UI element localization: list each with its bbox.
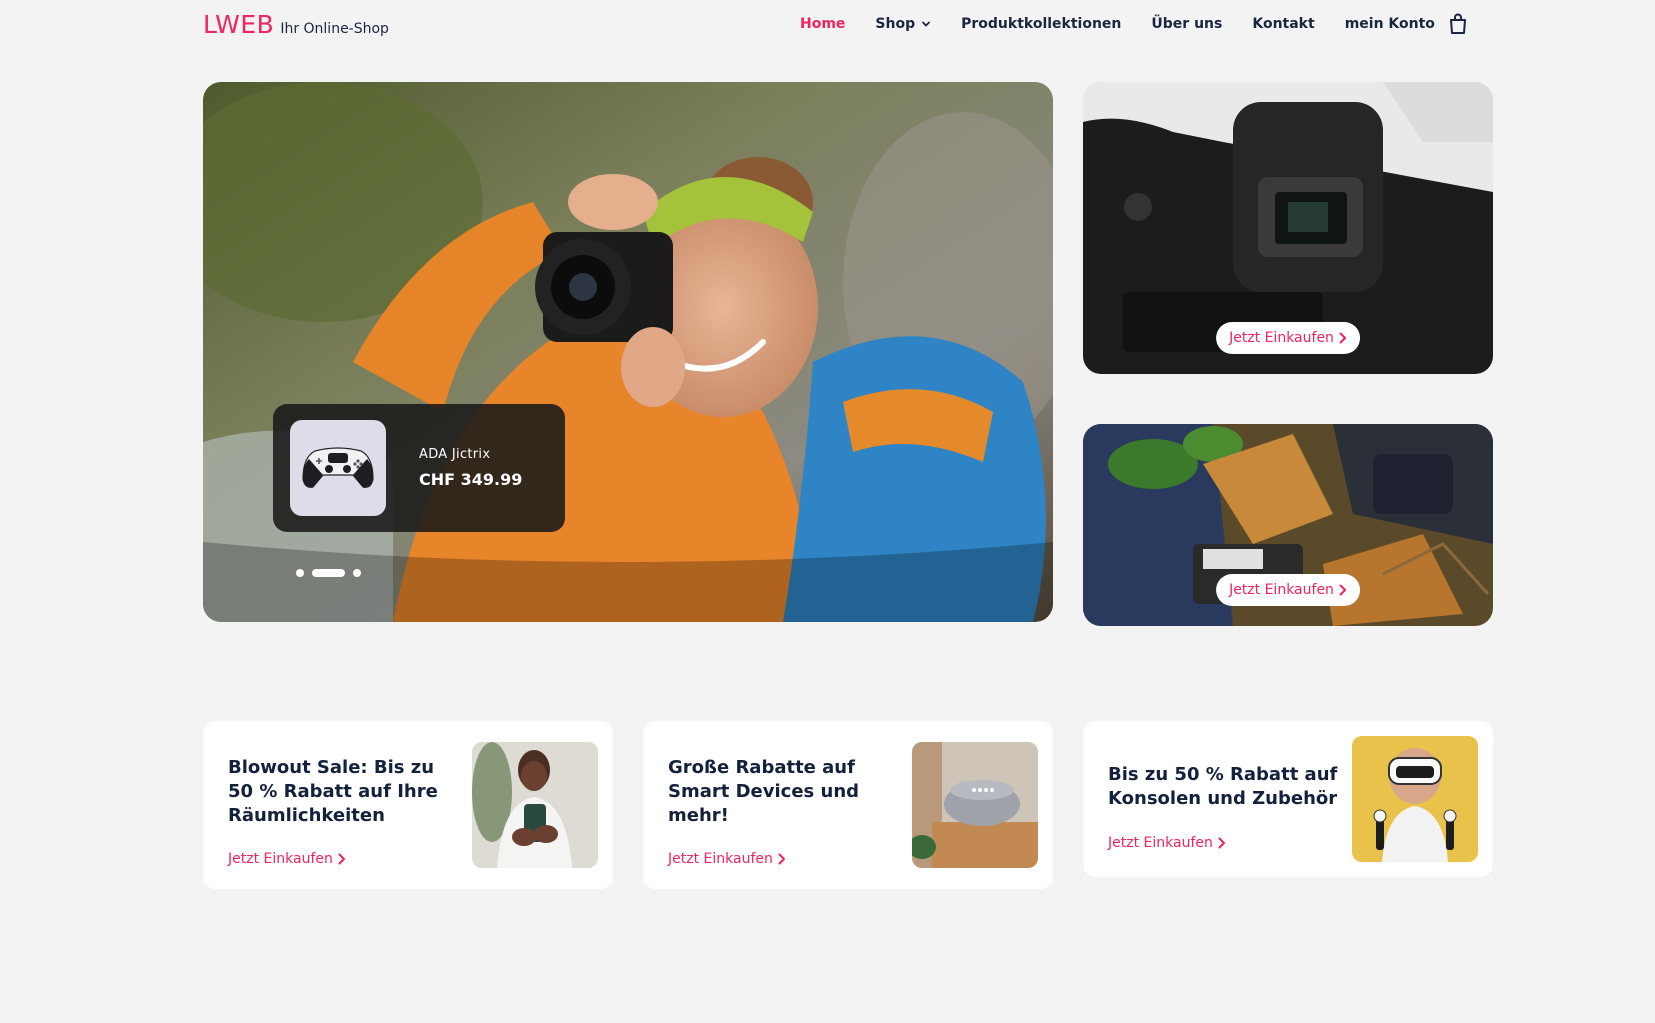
slider-dot-1[interactable]: [296, 569, 304, 577]
promo-shop-now-link[interactable]: Jetzt Einkaufen: [228, 851, 346, 867]
logo-tagline: Ihr Online-Shop: [280, 21, 389, 37]
promo-title: Große Rabatte auf Smart Devices und mehr…: [668, 757, 860, 826]
slider-pagination: [296, 569, 369, 577]
chevron-right-icon: [1218, 837, 1225, 849]
hero-photo-woman-with-camera: [203, 82, 1053, 622]
promo-shop-now-link[interactable]: Jetzt Einkaufen: [1108, 835, 1226, 851]
promo-title: Blowout Sale: Bis zu 50 % Rabatt auf Ihr…: [228, 757, 438, 826]
shop-now-button-banner-1[interactable]: Jetzt Einkaufen: [1216, 322, 1360, 354]
slider-dot-2[interactable]: [312, 569, 345, 577]
nav-shop-label: Shop: [875, 16, 916, 32]
product-info: ADA Jictrix CHF 349.99: [419, 447, 522, 489]
product-name[interactable]: ADA Jictrix: [419, 447, 522, 462]
nav-home[interactable]: Home: [800, 16, 845, 32]
nav-about[interactable]: Über uns: [1151, 16, 1222, 32]
promo-image-vr-kid: [1352, 736, 1478, 862]
promo-image-smart-speaker: [912, 742, 1038, 868]
gamepad-icon: [302, 447, 374, 488]
promo-image-woman-phone: [472, 742, 598, 868]
shop-now-button-banner-2[interactable]: Jetzt Einkaufen: [1216, 574, 1360, 606]
shop-now-label: Jetzt Einkaufen: [668, 851, 773, 867]
side-banner-camera[interactable]: Jetzt Einkaufen: [1083, 82, 1493, 374]
shopping-bag-icon[interactable]: [1447, 12, 1469, 36]
main-nav: Home Shop Produktkollektionen Über uns K…: [800, 16, 1465, 32]
slider-dot-3[interactable]: [353, 569, 361, 577]
nav-shop[interactable]: Shop: [875, 16, 931, 32]
nav-account[interactable]: mein Konto: [1345, 16, 1435, 32]
promo-shop-now-link[interactable]: Jetzt Einkaufen: [668, 851, 786, 867]
side-banner-outdoor[interactable]: Jetzt Einkaufen: [1083, 424, 1493, 626]
logo-text[interactable]: LWEB: [203, 10, 274, 39]
chevron-right-icon: [1339, 584, 1346, 596]
chevron-right-icon: [778, 853, 785, 865]
product-price: CHF 349.99: [419, 470, 523, 489]
shop-now-label: Jetzt Einkaufen: [228, 851, 333, 867]
promo-card-blowout-sale[interactable]: Blowout Sale: Bis zu 50 % Rabatt auf Ihr…: [203, 721, 613, 889]
shop-now-label: Jetzt Einkaufen: [1229, 582, 1334, 598]
shop-now-label: Jetzt Einkaufen: [1229, 330, 1334, 346]
product-thumbnail: [290, 420, 386, 516]
chevron-right-icon: [338, 853, 345, 865]
promo-card-smart-devices[interactable]: Große Rabatte auf Smart Devices und mehr…: [643, 721, 1053, 889]
hero-slider[interactable]: ADA Jictrix CHF 349.99: [203, 82, 1053, 622]
nav-contact[interactable]: Kontakt: [1252, 16, 1314, 32]
logo[interactable]: LWEB Ihr Online-Shop: [203, 10, 389, 39]
shop-now-label: Jetzt Einkaufen: [1108, 835, 1213, 851]
chevron-right-icon: [1339, 332, 1346, 344]
promo-title: Bis zu 50 % Rabatt auf Konsolen und Zube…: [1108, 764, 1338, 809]
chevron-down-icon: [922, 21, 931, 27]
featured-product-card[interactable]: ADA Jictrix CHF 349.99: [273, 404, 565, 532]
promo-card-consoles[interactable]: Bis zu 50 % Rabatt auf Konsolen und Zube…: [1083, 721, 1493, 877]
site-header: LWEB Ihr Online-Shop Home Shop Produktko…: [0, 0, 1655, 52]
nav-collections[interactable]: Produktkollektionen: [961, 16, 1121, 32]
